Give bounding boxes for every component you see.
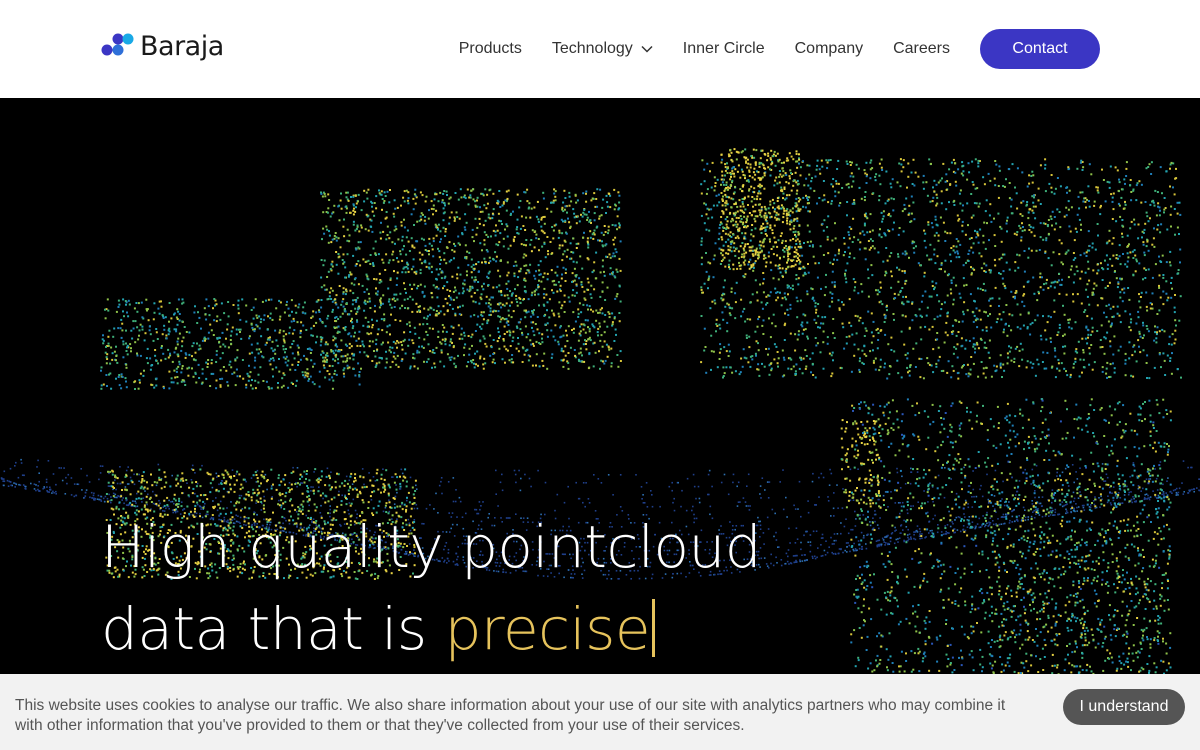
headline-line-2: data that is bbox=[101, 595, 445, 663]
cookie-banner: This website uses cookies to analyse our… bbox=[0, 674, 1200, 750]
main-nav: Products Technology Inner Circle Company… bbox=[459, 0, 1100, 98]
headline-highlight: precise bbox=[444, 595, 651, 663]
site-header: Baraja Products Technology Inner Circle … bbox=[0, 0, 1200, 98]
nav-careers-label: Careers bbox=[893, 40, 950, 57]
nav-inner-circle[interactable]: Inner Circle bbox=[683, 40, 765, 58]
contact-button[interactable]: Contact bbox=[980, 29, 1100, 69]
nav-products-label: Products bbox=[458, 40, 522, 57]
typing-cursor bbox=[652, 599, 656, 657]
cookie-text: This website uses cookies to analyse our… bbox=[15, 697, 1006, 734]
chevron-down-icon bbox=[641, 45, 653, 53]
nav-products[interactable]: Products bbox=[459, 40, 522, 58]
nav-company-label: Company bbox=[794, 40, 864, 57]
hero-section: High quality pointcloud data that is pre… bbox=[0, 98, 1200, 750]
nav-company[interactable]: Company bbox=[795, 40, 863, 58]
nav-technology-label: Technology bbox=[551, 40, 633, 57]
brand-logo[interactable]: Baraja bbox=[100, 28, 224, 64]
nav-careers[interactable]: Careers bbox=[893, 40, 950, 58]
nav-technology[interactable]: Technology bbox=[552, 40, 653, 58]
hero-headline: High quality pointcloud data that is pre… bbox=[101, 506, 762, 670]
accept-cookies-button[interactable]: I understand bbox=[1063, 689, 1185, 725]
brand-name: Baraja bbox=[140, 30, 224, 62]
logo-dots-icon bbox=[101, 33, 134, 56]
headline-line-1: High quality pointcloud bbox=[101, 513, 762, 581]
nav-inner-circle-label: Inner Circle bbox=[682, 40, 765, 57]
